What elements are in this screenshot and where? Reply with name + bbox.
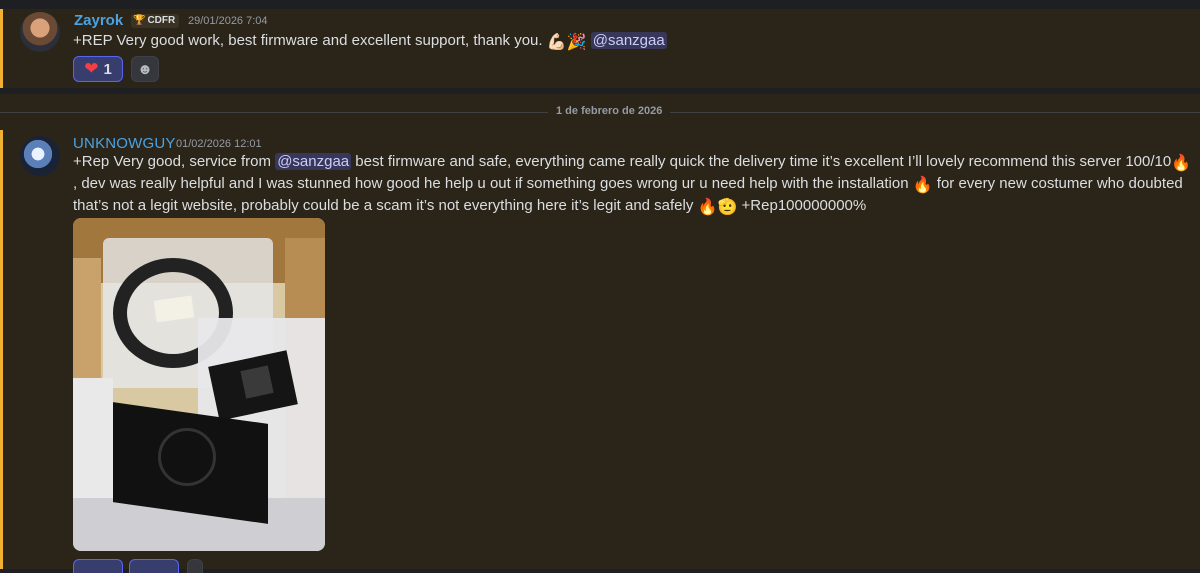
reaction-partial[interactable] — [129, 559, 179, 573]
username[interactable]: UNKNOWGUY — [73, 135, 176, 152]
role-tag-label: CDFR — [147, 15, 176, 26]
message-unknowguy[interactable]: UNKNOWGUY 01/02/2026 12:01 +Rep Very goo… — [0, 130, 1200, 573]
reaction-heart[interactable]: ❤ 1 — [73, 56, 123, 82]
fan-grille — [158, 428, 216, 486]
date-divider-label: 1 de febrero de 2026 — [548, 105, 671, 117]
add-reaction-button[interactable] — [187, 559, 203, 573]
username[interactable]: Zayrok — [74, 12, 123, 29]
smiley-icon: ☻ — [137, 60, 153, 78]
mention-sanzgaa[interactable]: @sanzgaa — [275, 153, 352, 170]
heatsink — [240, 365, 274, 399]
message-zayrok[interactable]: Zayrok 🏆 CDFR 29/01/2026 7:04 +REP Very g… — [0, 9, 1200, 88]
add-reaction-button[interactable]: ☻ — [131, 56, 159, 82]
avatar[interactable] — [20, 136, 60, 176]
date-divider: 1 de febrero de 2026 — [0, 94, 1200, 130]
timestamp[interactable]: 01/02/2026 12:01 — [176, 138, 262, 150]
fire-emoji: 🔥 — [1171, 155, 1192, 172]
saluting-face-emoji: 🫡 — [717, 199, 738, 216]
photo-attachment[interactable] — [73, 218, 325, 551]
heart-icon: ❤ — [84, 59, 99, 78]
top-strip — [0, 0, 1200, 9]
reaction-partial[interactable] — [73, 559, 123, 573]
trophy-icon: 🏆 — [133, 15, 146, 26]
box-wall — [73, 258, 101, 398]
flexed-biceps-party-emoji: 💪🏻🎉 — [546, 34, 587, 51]
message-text-part: +Rep100000000% — [737, 197, 867, 214]
reaction-count: 1 — [103, 60, 112, 78]
message-text-part: , dev was really helpful and I was stunn… — [73, 175, 913, 192]
message-text: +Rep Very good, service from @sanzgaa be… — [73, 151, 1193, 217]
fire-emoji: 🔥 — [697, 199, 718, 216]
timestamp[interactable]: 29/01/2026 7:04 — [188, 15, 268, 27]
message-text-part: +Rep Very good, service from — [73, 153, 276, 170]
role-tag[interactable]: 🏆 CDFR — [131, 14, 180, 28]
message-text: +REP Very good work, best firmware and e… — [73, 30, 1173, 52]
fire-emoji: 🔥 — [912, 177, 933, 194]
message-text-part: +REP Very good work, best firmware and e… — [73, 32, 547, 49]
mention-sanzgaa[interactable]: @sanzgaa — [590, 32, 667, 49]
avatar[interactable] — [20, 12, 60, 52]
message-text-part: best firmware and safe, everything came … — [351, 153, 1172, 170]
